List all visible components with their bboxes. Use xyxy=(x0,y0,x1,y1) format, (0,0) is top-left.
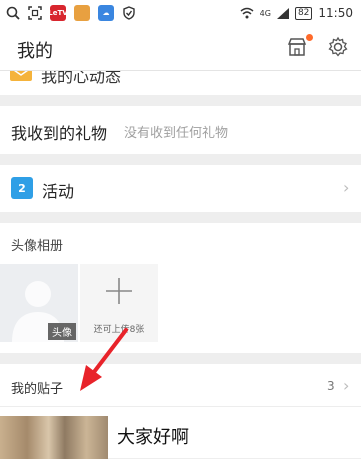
search-icon xyxy=(6,6,20,20)
status-bar-left: LeTV ☁ xyxy=(0,5,136,21)
gifts-label: 我收到的礼物 xyxy=(11,124,108,143)
dynamics-label: 我的心动态 xyxy=(41,71,122,86)
avatar-tag: 头像 xyxy=(48,323,76,340)
activity-label: 活动 xyxy=(42,182,75,201)
post-thumbnail xyxy=(0,416,108,459)
post-item[interactable]: 大家好啊 xyxy=(0,407,361,459)
my-posts-count: 3 xyxy=(327,379,335,393)
add-photo-hint: 还可上传8张 xyxy=(93,325,145,335)
scan-icon xyxy=(28,6,42,20)
activity-row[interactable]: 2 活动 › xyxy=(0,165,361,212)
chevron-right-icon: › xyxy=(343,376,350,395)
add-photo-button[interactable]: 还可上传8张 xyxy=(80,264,158,342)
chevron-right-icon: › xyxy=(343,178,350,197)
letv-app-icon: LeTV xyxy=(48,5,68,21)
letv-app-badge: LeTV xyxy=(48,9,68,17)
calendar-icon-text: 2 xyxy=(18,181,26,195)
clock: 11:50 xyxy=(318,6,353,20)
my-posts-label: 我的贴子 xyxy=(11,382,64,397)
album-title: 头像相册 xyxy=(11,239,64,254)
gifts-value: 没有收到任何礼物 xyxy=(124,126,229,141)
my-posts-header[interactable]: 我的贴子 3 › xyxy=(0,364,361,407)
store-icon xyxy=(287,38,307,56)
gifts-row[interactable]: 我收到的礼物 没有收到任何礼物 xyxy=(0,106,361,154)
game-app-icon xyxy=(74,5,90,21)
status-bar-right: 4G 82 11:50 xyxy=(240,6,361,20)
notification-dot xyxy=(306,34,313,41)
wifi-icon xyxy=(240,7,254,19)
plus-icon xyxy=(106,278,132,304)
signal-icon xyxy=(276,7,289,19)
store-button[interactable] xyxy=(286,34,313,60)
gear-icon xyxy=(328,36,348,57)
calendar-icon: 2 xyxy=(11,177,33,199)
app-header: 我的 xyxy=(0,26,361,71)
status-bar: LeTV ☁ 4G 82 11:50 xyxy=(0,0,361,26)
avatar-album: 头像相册 头像 还可上传8张 xyxy=(0,223,361,353)
my-posts-section: 我的贴子 3 › 大家好啊 xyxy=(0,364,361,459)
battery-level: 82 xyxy=(294,6,313,20)
page-title: 我的 xyxy=(17,41,53,62)
mail-icon xyxy=(10,71,32,81)
post-title: 大家好啊 xyxy=(117,427,189,448)
shield-icon xyxy=(123,6,135,20)
settings-button[interactable] xyxy=(327,36,351,60)
avatar-photo[interactable]: 头像 xyxy=(0,264,78,342)
network-label: 4G xyxy=(259,8,271,18)
dynamics-row[interactable]: 我的心动态 xyxy=(0,71,361,95)
cloud-app-icon: ☁ xyxy=(98,5,114,21)
